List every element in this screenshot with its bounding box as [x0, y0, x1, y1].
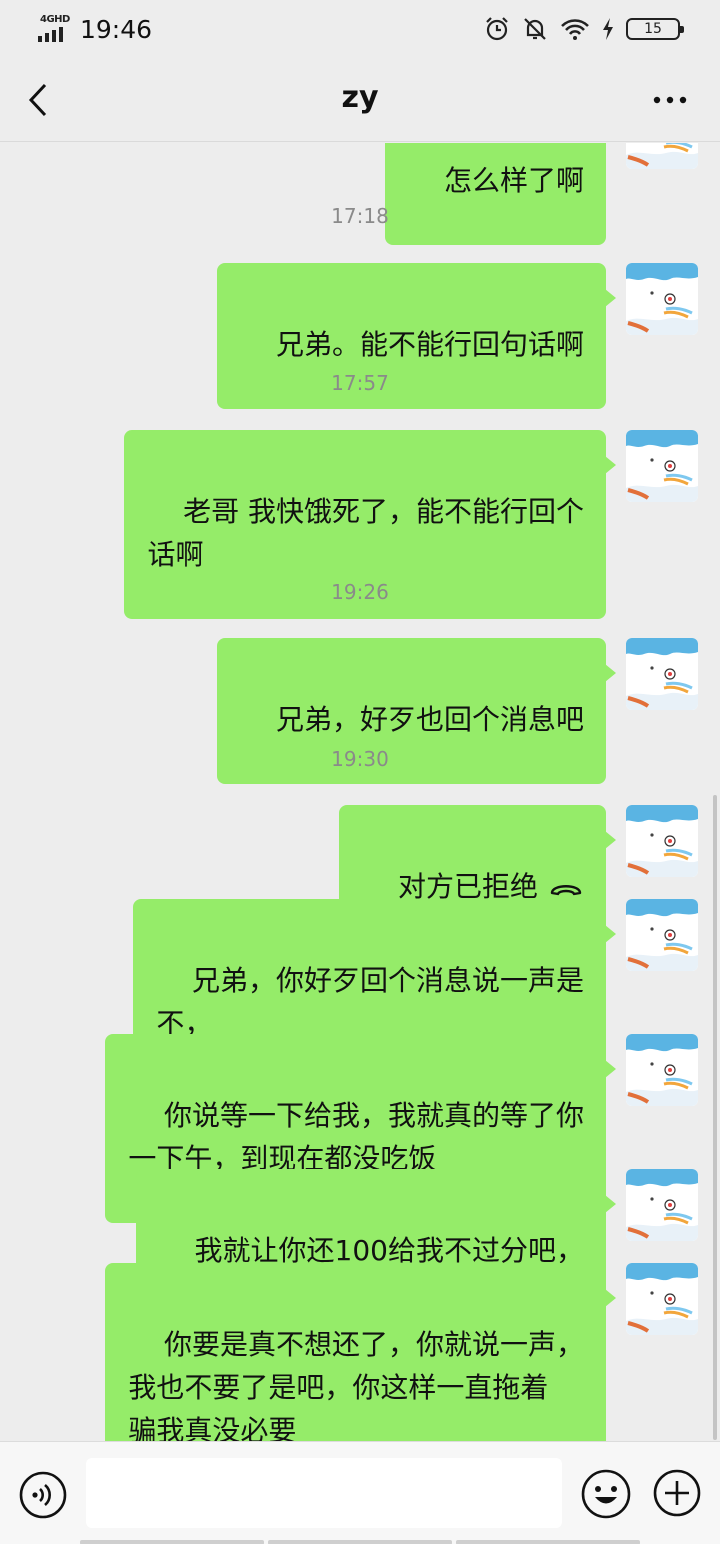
avatar-picture	[626, 143, 698, 169]
avatar-picture	[626, 1169, 698, 1241]
avatar[interactable]	[626, 143, 698, 169]
message-list[interactable]: 怎么样了啊 17:18 兄弟。能不能行回句话啊 17:57 老哥 我快饿死了，能…	[0, 143, 720, 1441]
declined-call-icon	[550, 885, 582, 896]
message-bubble[interactable]: 你要是真不想还了，你就说一声， 我也不要了是吧，你这样一直拖着 骗我真没必要	[105, 1263, 616, 1441]
status-time: 19:46	[80, 14, 153, 44]
chat-header: zy	[0, 58, 720, 142]
wifi-icon	[561, 19, 589, 40]
cellular-signal-icon: 4GHD	[38, 14, 72, 44]
message-text: 你要是真不想还了，你就说一声， 我也不要了是吧，你这样一直拖着 骗我真没必要	[128, 1328, 584, 1441]
avatar[interactable]	[626, 1034, 698, 1106]
avatar-picture	[626, 263, 698, 335]
avatar-picture	[626, 899, 698, 971]
alarm-icon	[486, 17, 508, 41]
avatar[interactable]	[626, 899, 698, 971]
network-type: 4GHD	[40, 14, 70, 25]
charging-icon	[603, 18, 613, 40]
battery-level: 15	[644, 21, 662, 37]
more-dots-icon	[653, 96, 687, 104]
avatar[interactable]	[626, 1169, 698, 1241]
message-timestamp: 19:26	[331, 580, 389, 604]
avatar-picture	[626, 1263, 698, 1335]
avatar-picture	[626, 430, 698, 502]
avatar[interactable]	[626, 263, 698, 335]
status-bar: 4GHD 19:46 15	[0, 0, 720, 58]
chat-title: zy	[341, 80, 379, 115]
emoji-icon	[581, 1469, 631, 1519]
input-bar	[0, 1441, 720, 1544]
emoji-button[interactable]	[580, 1468, 632, 1520]
message-timestamp: 17:57	[331, 371, 389, 395]
message-bubble[interactable]: 怎么样了啊	[385, 143, 606, 245]
message-text: 兄弟，你好歹回个消息说一声是 不，	[156, 964, 584, 1040]
avatar[interactable]	[626, 430, 698, 502]
more-functions-button[interactable]	[652, 1468, 702, 1518]
message-timestamp: 17:18	[331, 204, 389, 228]
mute-notification-icon	[524, 18, 546, 40]
avatar-picture	[626, 1034, 698, 1106]
avatar-picture	[626, 805, 698, 877]
more-options-button[interactable]	[648, 84, 692, 116]
plus-circle-icon	[653, 1469, 701, 1517]
message-text: 老哥 我快饿死了，能不能行回个 话啊	[147, 495, 584, 571]
message-input[interactable]	[86, 1458, 562, 1528]
voice-icon	[19, 1471, 67, 1519]
message-text: 兄弟。能不能行回句话啊	[275, 328, 584, 361]
voice-input-button[interactable]	[18, 1470, 68, 1520]
avatar-picture	[626, 638, 698, 710]
message-text: 你说等一下给我，我就真的等了你 一下午，到现在都没吃饭	[128, 1099, 584, 1175]
avatar[interactable]	[626, 805, 698, 877]
message-timestamp: 19:30	[331, 747, 389, 771]
message-text: 兄弟，好歹也回个消息吧	[275, 703, 584, 736]
gesture-bar	[80, 1540, 640, 1544]
battery-indicator: 15	[626, 18, 684, 40]
message-text: 怎么样了啊	[443, 164, 584, 197]
avatar[interactable]	[626, 1263, 698, 1335]
avatar[interactable]	[626, 638, 698, 710]
scrollbar[interactable]	[713, 795, 717, 1440]
